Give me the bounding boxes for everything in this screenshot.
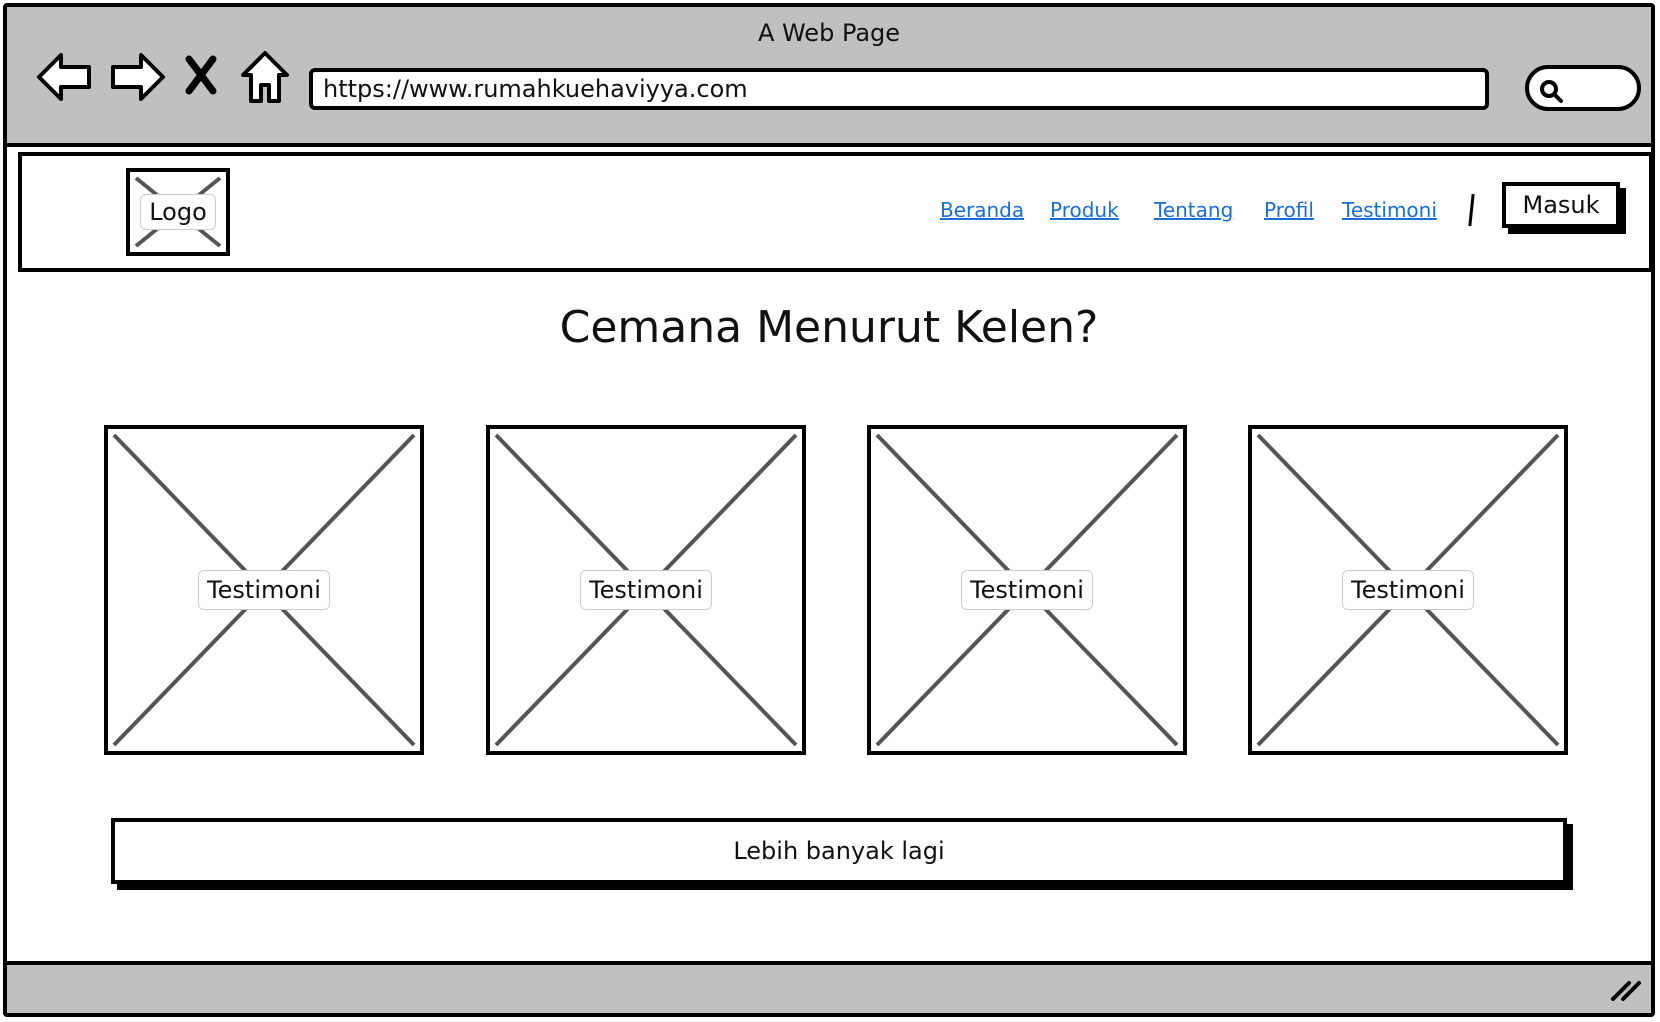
testimonial-card[interactable]: Testimoni: [1248, 425, 1568, 755]
testimonial-label: Testimoni: [1342, 570, 1474, 610]
nav-link-beranda[interactable]: Beranda: [940, 198, 1024, 222]
testimonial-card[interactable]: Testimoni: [867, 425, 1187, 755]
close-x-icon[interactable]: [183, 53, 219, 101]
status-bar: [7, 961, 1651, 1013]
search-icon: [1540, 80, 1563, 103]
back-arrow-icon[interactable]: [35, 49, 95, 109]
nav-separator: [1468, 193, 1475, 227]
nav-link-tentang[interactable]: Tentang: [1154, 198, 1233, 222]
page-title: Cemana Menurut Kelen?: [559, 302, 1099, 353]
browser-search[interactable]: [1525, 65, 1641, 111]
browser-chrome: A Web Page https://www.rumahkuehaviyya.c…: [7, 7, 1651, 147]
testimonial-card[interactable]: Testimoni: [104, 425, 424, 755]
testimonial-label: Testimoni: [580, 570, 712, 610]
home-icon[interactable]: [239, 47, 291, 111]
more-testimonials-button[interactable]: Lebih banyak lagi: [111, 818, 1567, 884]
testimonial-label: Testimoni: [961, 570, 1093, 610]
window-title: A Web Page: [757, 19, 901, 47]
url-bar[interactable]: https://www.rumahkuehaviyya.com: [309, 68, 1489, 110]
resize-grip-icon[interactable]: [1609, 973, 1643, 1007]
browser-window: A Web Page https://www.rumahkuehaviyya.c…: [3, 3, 1655, 1017]
nav-link-profil[interactable]: Profil: [1264, 198, 1314, 222]
forward-arrow-icon[interactable]: [107, 49, 167, 109]
nav-link-produk[interactable]: Produk: [1050, 198, 1119, 222]
site-header: Logo Beranda Produk Tentang Profil Testi…: [18, 152, 1653, 272]
testimonial-card[interactable]: Testimoni: [486, 425, 806, 755]
nav-link-testimoni[interactable]: Testimoni: [1342, 198, 1437, 222]
testimonial-label: Testimoni: [198, 570, 330, 610]
login-button[interactable]: Masuk: [1502, 182, 1620, 228]
logo[interactable]: Logo: [126, 168, 230, 256]
logo-label: Logo: [140, 194, 216, 230]
